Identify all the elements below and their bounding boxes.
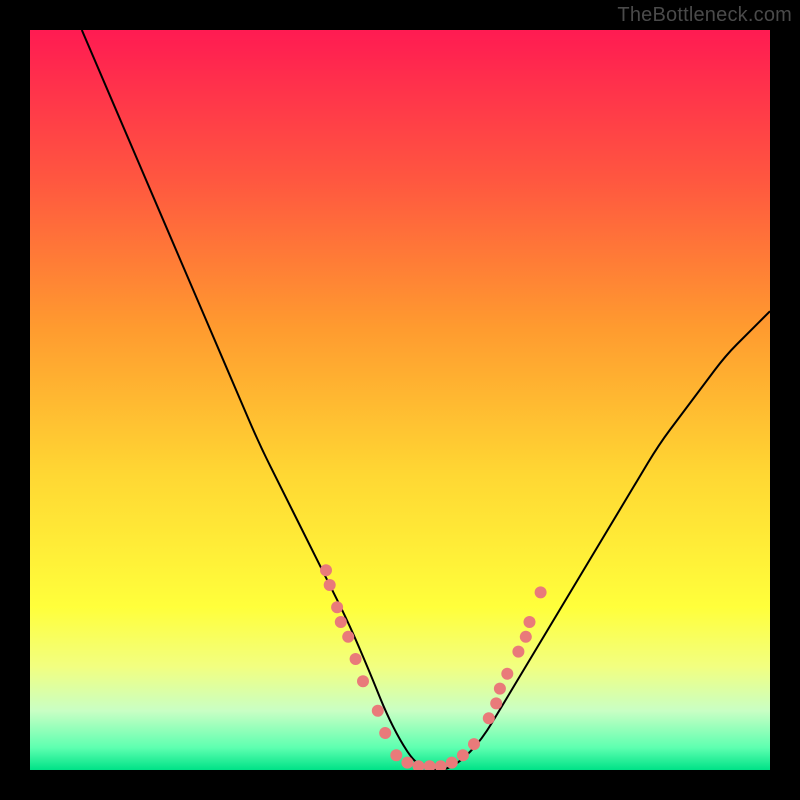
highlight-bead bbox=[494, 683, 506, 695]
highlight-bead bbox=[357, 675, 369, 687]
highlight-bead bbox=[468, 738, 480, 750]
highlight-bead bbox=[483, 712, 495, 724]
highlight-bead bbox=[350, 653, 362, 665]
watermark-label: TheBottleneck.com bbox=[617, 4, 792, 27]
highlight-bead bbox=[342, 631, 354, 643]
highlight-bead bbox=[512, 646, 524, 658]
highlight-bead bbox=[335, 616, 347, 628]
highlight-bead bbox=[490, 697, 502, 709]
highlight-bead bbox=[446, 757, 458, 769]
highlight-bead bbox=[524, 616, 536, 628]
highlight-bead bbox=[372, 705, 384, 717]
highlight-bead bbox=[390, 749, 402, 761]
highlight-bead bbox=[501, 668, 513, 680]
chart-background bbox=[30, 30, 770, 770]
highlight-bead bbox=[320, 564, 332, 576]
highlight-bead bbox=[535, 586, 547, 598]
highlight-bead bbox=[401, 757, 413, 769]
highlight-bead bbox=[379, 727, 391, 739]
highlight-bead bbox=[457, 749, 469, 761]
bottleneck-chart bbox=[30, 30, 770, 770]
highlight-bead bbox=[520, 631, 532, 643]
highlight-bead bbox=[324, 579, 336, 591]
chart-frame: TheBottleneck.com bbox=[0, 0, 800, 800]
highlight-bead bbox=[331, 601, 343, 613]
